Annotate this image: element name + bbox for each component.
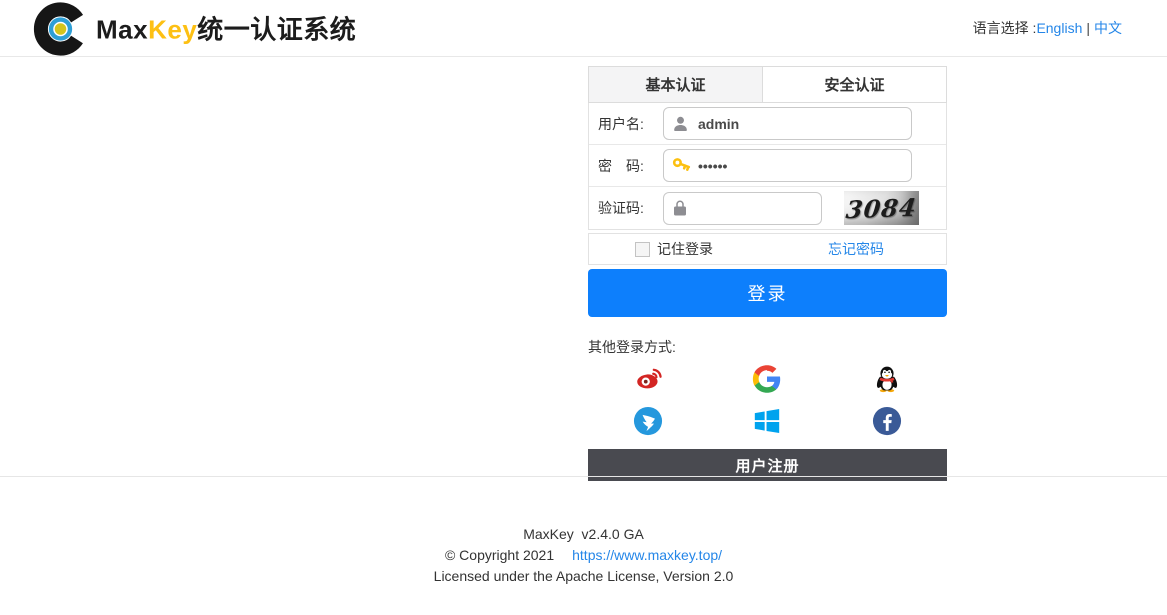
brand-suffix: 统一认证系统 — [197, 15, 356, 45]
tab-basic-auth[interactable]: 基本认证 — [589, 67, 763, 102]
footer-maxkey-link[interactable]: https://www.maxkey.top/ — [572, 547, 722, 563]
login-panel: 基本认证 安全认证 用户名: 密 码: — [588, 66, 947, 481]
password-input[interactable] — [663, 149, 912, 182]
forgot-password-link[interactable]: 忘记密码 — [828, 239, 884, 259]
social-login-grid — [588, 361, 947, 443]
language-separator: | — [1082, 20, 1094, 36]
facebook-icon — [872, 406, 902, 441]
brand-max: Max — [96, 15, 148, 45]
dingtalk-login-button[interactable] — [588, 403, 708, 443]
weibo-login-button[interactable] — [588, 361, 708, 401]
password-row: 密 码: — [589, 145, 946, 187]
qq-icon — [872, 364, 902, 399]
language-link-chinese[interactable]: 中文 — [1094, 20, 1122, 36]
qq-login-button[interactable] — [827, 361, 947, 401]
key-icon — [671, 155, 693, 177]
footer-version: MaxKey v2.4.0 GA — [0, 524, 1167, 545]
login-form: 用户名: 密 码: — [588, 103, 947, 230]
maxkey-logo-icon — [32, 1, 89, 62]
footer-copyright-line: © Copyright 2021 https://www.maxkey.top/ — [0, 545, 1167, 566]
username-row: 用户名: — [589, 103, 946, 145]
brand-key: Key — [148, 15, 197, 45]
password-label: 密 码: — [589, 156, 663, 176]
remember-checkbox[interactable] — [635, 242, 650, 257]
login-button[interactable]: 登录 — [588, 269, 947, 317]
language-selector: 语言选择 :English|中文 — [973, 18, 1122, 38]
app-header: MaxKey统一认证系统 语言选择 :English|中文 — [0, 0, 1167, 57]
windows-icon — [752, 406, 782, 441]
language-link-english[interactable]: English — [1036, 20, 1082, 36]
captcha-row: 验证码: 3084 — [589, 187, 946, 229]
page-title: MaxKey统一认证系统 — [96, 10, 356, 47]
remember-row: 记住登录 忘记密码 — [588, 233, 947, 265]
google-icon — [752, 364, 782, 399]
page-footer: MaxKey v2.4.0 GA © Copyright 2021 https:/… — [0, 524, 1167, 587]
captcha-label: 验证码: — [589, 198, 663, 218]
auth-tabs: 基本认证 安全认证 — [588, 66, 947, 103]
footer-divider — [0, 476, 1167, 477]
captcha-image[interactable]: 3084 — [844, 191, 919, 225]
tab-secure-auth[interactable]: 安全认证 — [763, 67, 946, 102]
remember-label: 记住登录 — [657, 239, 713, 259]
lock-icon — [671, 199, 689, 217]
login-page: MaxKey统一认证系统 语言选择 :English|中文 基本认证 安全认证 … — [0, 0, 1167, 615]
captcha-code: 3084 — [845, 192, 919, 224]
windows-login-button[interactable] — [708, 403, 828, 443]
username-input[interactable] — [663, 107, 912, 140]
google-login-button[interactable] — [708, 361, 828, 401]
other-login-methods-label: 其他登录方式: — [588, 337, 947, 357]
dingtalk-icon — [633, 406, 663, 441]
footer-copyright: © Copyright 2021 — [445, 547, 554, 563]
person-icon — [671, 114, 690, 133]
username-label: 用户名: — [589, 114, 663, 134]
facebook-login-button[interactable] — [827, 403, 947, 443]
footer-license: Licensed under the Apache License, Versi… — [0, 566, 1167, 587]
language-label: 语言选择 : — [973, 20, 1037, 36]
weibo-icon — [633, 364, 663, 399]
